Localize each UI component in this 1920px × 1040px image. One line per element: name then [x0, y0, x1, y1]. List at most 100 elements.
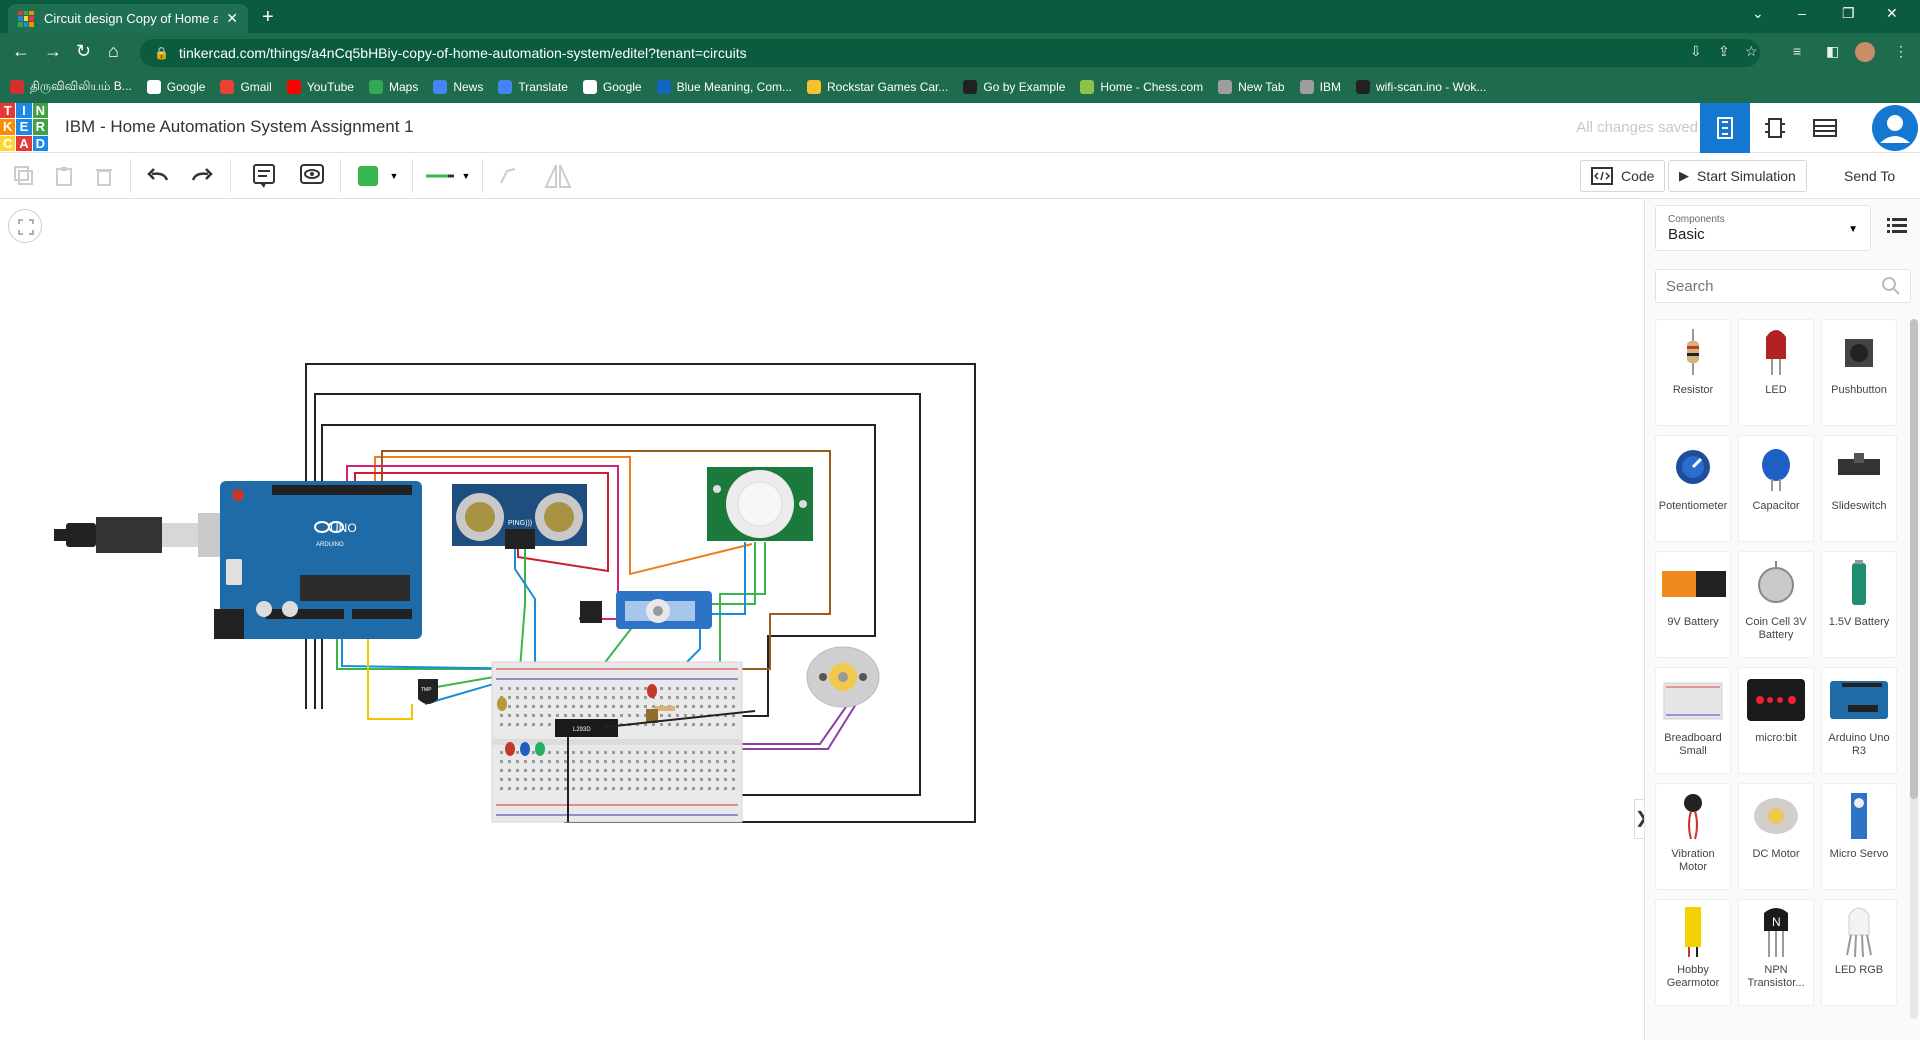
arduino-uno-board[interactable]: UNO ARDUINO: [214, 481, 422, 639]
bookmark-favicon-icon: [807, 80, 821, 94]
bookmark-label: IBM: [1319, 80, 1341, 94]
components-value: Basic: [1668, 226, 1705, 243]
bookmark-item[interactable]: Blue Meaning, Com...: [656, 80, 792, 94]
bookmark-favicon-icon: [1299, 80, 1314, 94]
panel-scrollbar[interactable]: [1910, 319, 1918, 1019]
wire-color-dropdown[interactable]: ▼: [350, 161, 406, 191]
install-icon[interactable]: ⇩: [1690, 43, 1702, 60]
schematic-view-button[interactable]: [1750, 103, 1800, 153]
flip-button[interactable]: [540, 161, 576, 191]
temperature-sensor[interactable]: TMP: [418, 679, 438, 704]
annotations-toggle-button[interactable]: [294, 161, 330, 191]
home-icon[interactable]: ⌂: [108, 41, 119, 61]
wire-type-dropdown[interactable]: ▼: [418, 161, 478, 191]
bookmark-item[interactable]: Google: [146, 80, 205, 94]
bookmark-item[interactable]: Translate: [498, 80, 568, 94]
component-card[interactable]: Micro Servo: [1821, 783, 1897, 890]
undo-button[interactable]: [140, 161, 176, 191]
address-bar[interactable]: 🔒 tinkercad.com/things/a4nCq5bHBiy-copy-…: [140, 39, 1760, 67]
component-list-icon: [1813, 119, 1837, 137]
start-simulation-button[interactable]: ▶ Start Simulation: [1668, 160, 1807, 192]
send-to-button[interactable]: Send To: [1834, 160, 1906, 192]
menu-kebab-icon[interactable]: ⋮: [1894, 43, 1908, 60]
component-card[interactable]: Resistor: [1655, 319, 1731, 426]
code-icon: [1591, 167, 1613, 185]
bookmark-item[interactable]: YouTube: [286, 80, 354, 94]
back-icon[interactable]: ←: [12, 41, 30, 61]
paste-button[interactable]: [46, 161, 82, 191]
npn-transistor-icon: N: [1739, 900, 1813, 964]
component-card[interactable]: micro:bit: [1738, 667, 1814, 774]
dc-motor[interactable]: [806, 646, 880, 708]
code-button[interactable]: Code: [1580, 160, 1666, 192]
bookmark-item[interactable]: IBM: [1299, 80, 1341, 94]
component-card[interactable]: Potentiometer: [1655, 435, 1731, 542]
bookmark-item[interactable]: Gmail: [220, 80, 272, 94]
component-search[interactable]: [1655, 269, 1911, 303]
delete-button[interactable]: [86, 161, 122, 191]
breadboard[interactable]: L293D: [491, 661, 743, 823]
bookmark-item[interactable]: Rockstar Games Car...: [807, 80, 948, 94]
bookmark-item[interactable]: New Tab: [1218, 80, 1285, 94]
component-card[interactable]: LED RGB: [1821, 899, 1897, 1006]
logo-letter: A: [16, 135, 32, 151]
component-card[interactable]: Breadboard Small: [1655, 667, 1731, 774]
project-title[interactable]: IBM - Home Automation System Assignment …: [65, 117, 414, 137]
new-tab-icon[interactable]: +: [262, 6, 274, 29]
component-label: NPN Transistor...: [1747, 964, 1805, 989]
bookmark-item[interactable]: Maps: [368, 80, 418, 94]
component-card[interactable]: Vibration Motor: [1655, 783, 1731, 890]
window-close-icon[interactable]: ✕: [1886, 5, 1898, 22]
profile-avatar[interactable]: [1855, 42, 1875, 62]
bookmark-item[interactable]: Go by Example: [963, 80, 1065, 94]
tab-search-icon[interactable]: ⌄: [1752, 5, 1764, 22]
component-card[interactable]: Capacitor: [1738, 435, 1814, 542]
micro-servo[interactable]: [580, 591, 712, 629]
bookmark-label: Blue Meaning, Com...: [676, 80, 792, 94]
bookmark-star-icon[interactable]: ☆: [1745, 43, 1758, 60]
component-card[interactable]: 1.5V Battery: [1821, 551, 1897, 658]
browser-tab[interactable]: Circuit design Copy of Home aut ✕: [8, 4, 248, 33]
copy-icon: [14, 166, 33, 185]
component-card[interactable]: Arduino Uno R3: [1821, 667, 1897, 774]
component-card[interactable]: 9V Battery: [1655, 551, 1731, 658]
user-avatar[interactable]: [1872, 105, 1918, 151]
bom-view-button[interactable]: [1800, 103, 1850, 153]
scrollbar-thumb[interactable]: [1910, 319, 1918, 799]
circuit-canvas[interactable]: UNO ARDUINO PING))) TMP L293D ❯: [0, 199, 1648, 1040]
list-view-button[interactable]: [1887, 217, 1907, 238]
pir-sensor[interactable]: [707, 467, 813, 541]
side-panel-icon[interactable]: ◧: [1826, 43, 1839, 60]
component-card[interactable]: LED: [1738, 319, 1814, 426]
undo-icon: [147, 168, 169, 181]
copy-button[interactable]: [6, 161, 42, 191]
component-card[interactable]: N NPN Transistor...: [1738, 899, 1814, 1006]
user-icon: [1880, 115, 1910, 143]
rotate-button[interactable]: [490, 161, 526, 191]
forward-icon[interactable]: →: [44, 41, 62, 61]
bookmark-item[interactable]: Home - Chess.com: [1080, 80, 1203, 94]
restore-icon[interactable]: ❐: [1842, 5, 1855, 22]
redo-button[interactable]: [184, 161, 220, 191]
minimize-icon[interactable]: –: [1798, 5, 1806, 21]
reload-icon[interactable]: ↻: [76, 41, 91, 61]
bookmark-item[interactable]: wifi-scan.ino - Wok...: [1355, 80, 1486, 94]
bookmark-favicon-icon: [656, 80, 671, 94]
bookmark-item[interactable]: News: [433, 80, 483, 94]
search-input[interactable]: [1666, 277, 1882, 295]
component-card[interactable]: Pushbutton: [1821, 319, 1897, 426]
bookmark-item[interactable]: Google: [582, 80, 642, 94]
component-card[interactable]: Coin Cell 3V Battery: [1738, 551, 1814, 658]
component-card[interactable]: Hobby Gearmotor: [1655, 899, 1731, 1006]
tab-close-icon[interactable]: ✕: [226, 10, 238, 27]
reading-list-icon[interactable]: ≡: [1793, 43, 1801, 59]
components-dropdown[interactable]: Components Basic ▼: [1655, 205, 1871, 251]
bookmark-item[interactable]: திருவிவிலியம் B...: [10, 79, 132, 95]
component-card[interactable]: DC Motor: [1738, 783, 1814, 890]
tinkercad-logo[interactable]: TINKERCAD: [0, 103, 48, 151]
component-card[interactable]: Slideswitch: [1821, 435, 1897, 542]
circuit-view-button[interactable]: [1700, 103, 1750, 153]
notes-button[interactable]: [246, 161, 282, 191]
ultrasonic-sensor[interactable]: PING))): [452, 484, 587, 549]
share-icon[interactable]: ⇪: [1718, 43, 1730, 60]
